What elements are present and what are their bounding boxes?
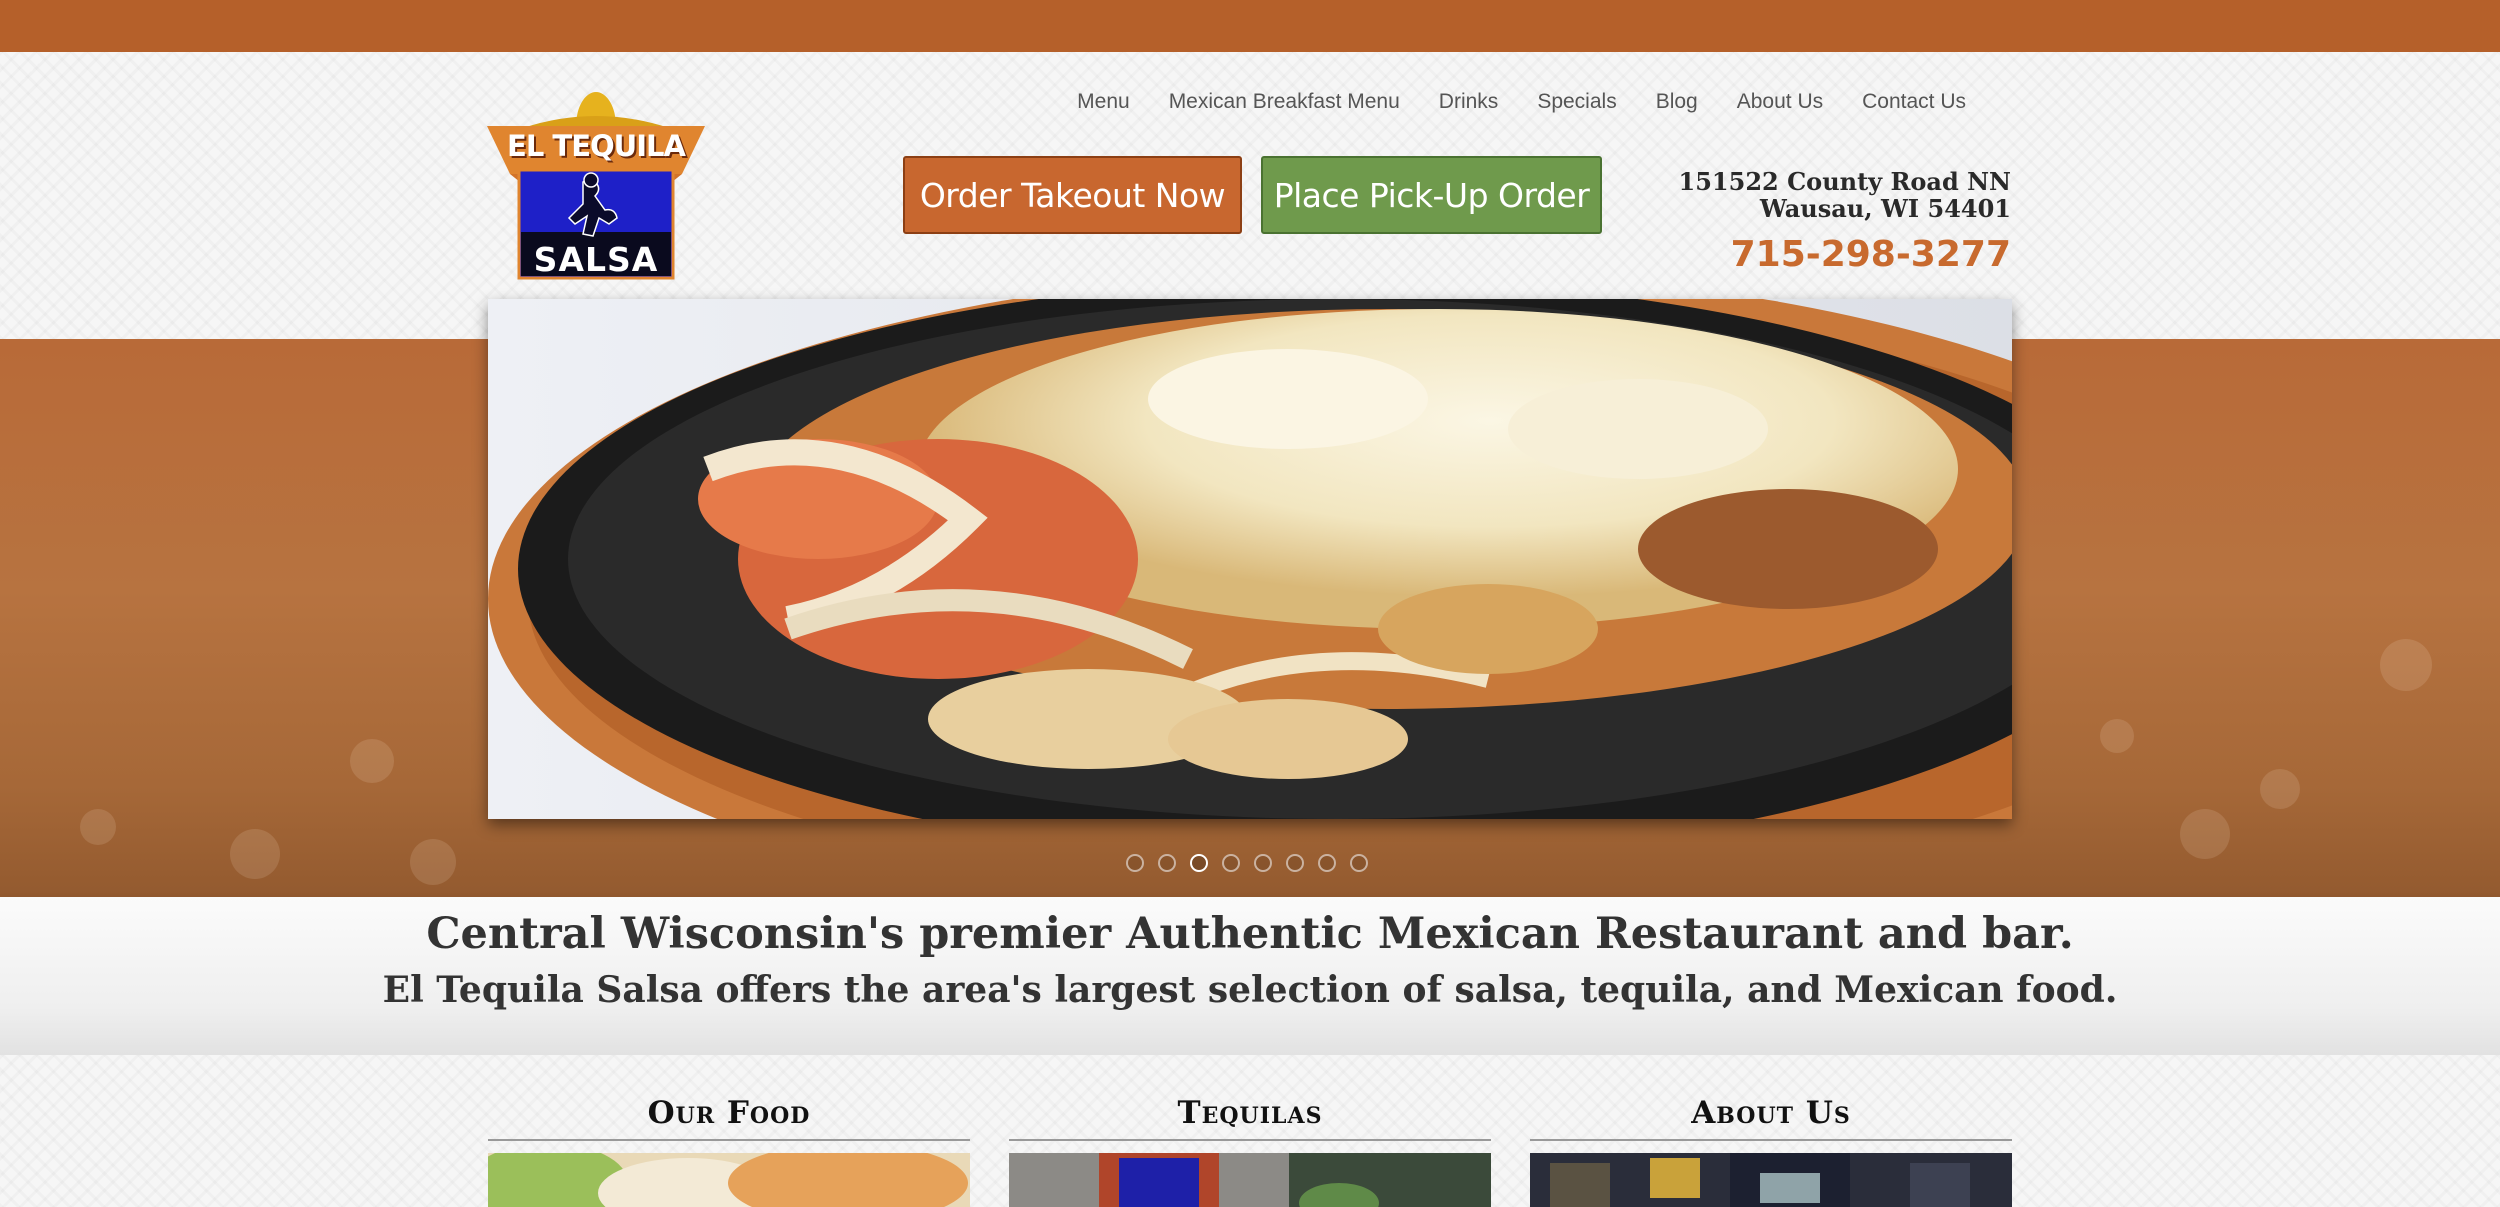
tequilas-image xyxy=(1009,1153,1491,1207)
main-nav: Menu Mexican Breakfast Menu Drinks Speci… xyxy=(1077,90,1966,114)
page: EL TEQUILA SALSA Menu Mexican Breakfast … xyxy=(0,0,2500,1207)
slider-dot-3[interactable] xyxy=(1190,854,1208,872)
slider-dot-5[interactable] xyxy=(1254,854,1272,872)
slider-dot-2[interactable] xyxy=(1158,854,1176,872)
hero-slide-image[interactable] xyxy=(488,299,2012,819)
address-line1: 151522 County Road NN xyxy=(1678,167,2011,196)
top-bar xyxy=(0,0,2500,52)
tagline-subheading: El Tequila Salsa offers the area's large… xyxy=(382,969,2118,1011)
nav-blog[interactable]: Blog xyxy=(1656,90,1698,114)
nav-breakfast-menu[interactable]: Mexican Breakfast Menu xyxy=(1169,90,1400,114)
nav-contact-us[interactable]: Contact Us xyxy=(1862,90,1966,114)
slider-dot-4[interactable] xyxy=(1222,854,1240,872)
fajita-plate-image xyxy=(488,299,2012,819)
nav-specials[interactable]: Specials xyxy=(1537,90,1616,114)
phone-number[interactable]: 715-298-3277 xyxy=(1731,234,2011,275)
tagline-section: Central Wisconsin's premier Authentic Me… xyxy=(0,897,2500,1055)
food-image xyxy=(488,1153,970,1207)
slider-dot-7[interactable] xyxy=(1318,854,1336,872)
feature-image-about[interactable] xyxy=(1530,1153,2012,1207)
tagline-heading: Central Wisconsin's premier Authentic Me… xyxy=(426,909,2074,959)
slider-dot-6[interactable] xyxy=(1286,854,1304,872)
bar-interior-image xyxy=(1530,1153,2012,1207)
feature-title: Our Food xyxy=(488,1095,970,1141)
feature-title: Tequilas xyxy=(1009,1095,1491,1141)
pickup-order-button[interactable]: Place Pick-Up Order xyxy=(1261,156,1602,234)
nav-menu[interactable]: Menu xyxy=(1077,90,1130,114)
feature-about-us[interactable]: About Us xyxy=(1530,1095,2012,1207)
logo[interactable]: EL TEQUILA SALSA xyxy=(487,82,705,284)
nav-drinks[interactable]: Drinks xyxy=(1439,90,1499,114)
feature-image-food[interactable] xyxy=(488,1153,970,1207)
feature-title: About Us xyxy=(1530,1095,2012,1141)
address-line2: Wausau, WI 54401 xyxy=(1759,194,2011,223)
slider-dot-1[interactable] xyxy=(1126,854,1144,872)
feature-tequilas[interactable]: Tequilas xyxy=(1009,1095,1491,1207)
slider-dots xyxy=(1126,854,1368,872)
feature-image-tequilas[interactable] xyxy=(1009,1153,1491,1207)
logo-text-top: EL TEQUILA xyxy=(507,129,686,163)
slider-dot-8[interactable] xyxy=(1350,854,1368,872)
order-takeout-button[interactable]: Order Takeout Now xyxy=(903,156,1242,234)
feature-our-food[interactable]: Our Food xyxy=(488,1095,970,1207)
address: 151522 County Road NN Wausau, WI 54401 xyxy=(1679,168,2011,222)
nav-about-us[interactable]: About Us xyxy=(1737,90,1823,114)
logo-text-bottom: SALSA xyxy=(533,240,659,279)
features-section: Our Food Tequilas About Us xyxy=(0,1055,2500,1207)
